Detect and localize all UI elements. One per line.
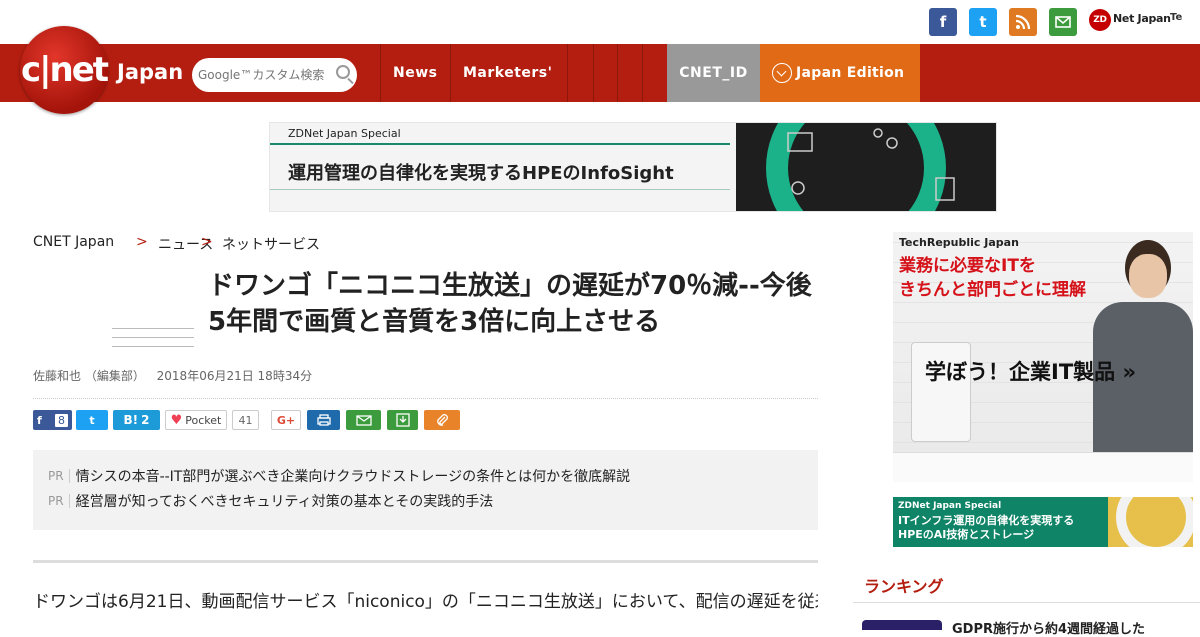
rss-icon[interactable] — [1009, 8, 1037, 36]
techrepublic-ad[interactable]: TechRepublic Japan 業務に必要なITを きちんと部門ごとに理解… — [893, 232, 1193, 482]
pr-text: 情シスの本音--IT部門が選ぶべき企業向けクラウドストレージの条件とは何かを徹底… — [75, 469, 631, 485]
google-plus-button[interactable]: G+ — [271, 410, 301, 430]
search-icon[interactable] — [336, 65, 350, 79]
pr-badge: PR — [48, 469, 70, 483]
facebook-share-count: 8 — [55, 413, 68, 427]
pocket-count: 41 — [232, 410, 259, 430]
print-button[interactable] — [307, 410, 340, 430]
envelope-glyph — [1055, 16, 1071, 28]
hatena-count: 2 — [141, 413, 150, 427]
pocket-label: Pocket — [185, 413, 222, 427]
divider — [33, 560, 818, 563]
search-input[interactable] — [198, 68, 328, 82]
banner-tag: ZDNet Japan Special — [288, 127, 401, 140]
pocket-icon: ♥ — [170, 412, 183, 428]
banner-rule — [270, 143, 730, 145]
nav-divider — [593, 44, 594, 102]
nav-divider — [567, 44, 568, 102]
mail-icon — [355, 414, 372, 426]
pr-link[interactable]: PR 情シスの本音--IT部門が選ぶべき企業向けクラウドストレージの条件とは何か… — [48, 466, 630, 486]
ranking-title: ランキング — [864, 577, 944, 596]
nav-divider — [642, 44, 643, 102]
banner-rule — [270, 189, 730, 190]
article-headline: ドワンゴ「ニコニコ生放送」の遅延が70％減--今後5年間で画質と音質を3倍に向上… — [208, 271, 812, 337]
hatena-bookmark-button[interactable]: B! 2 — [113, 410, 160, 430]
techrepublic-link[interactable]: Te — [1170, 12, 1182, 23]
ad-headline-line: ITインフラ運用の自律化を実現する — [898, 514, 1075, 527]
thumbnail-line — [112, 328, 194, 329]
nav-divider — [450, 44, 451, 102]
pr-box: PR 情シスの本音--IT部門が選ぶべき企業向けクラウドストレージの条件とは何か… — [33, 450, 818, 530]
ad-headline-line: HPEのAI技術とストレージ — [898, 528, 1035, 541]
mail-share-button[interactable] — [346, 410, 381, 430]
banner-ad[interactable]: ZDNet Japan Special 運用管理の自律化を実現するHPEのInf… — [269, 122, 997, 212]
breadcrumb-home[interactable]: CNET Japan — [33, 234, 114, 250]
desk-illustration — [893, 452, 1193, 482]
article-byline: 佐藤和也 （編集部） 2018年06月21日 18時34分 — [33, 367, 312, 384]
twitter-share-button[interactable]: t — [76, 410, 108, 430]
twitter-icon: t — [89, 413, 95, 427]
nav-divider — [617, 44, 618, 102]
banner-title: 運用管理の自律化を実現するHPEのInfoSight — [288, 163, 674, 184]
divider — [853, 602, 1200, 603]
flag-icon — [787, 128, 955, 201]
zdnet-special-ad[interactable]: ZDNet Japan Special ITインフラ運用の自律化を実現する HP… — [893, 497, 1193, 547]
cnet-id-button[interactable]: CNET_ID — [667, 44, 760, 102]
ad-tag: TechRepublic Japan — [899, 236, 1019, 249]
cnet-japan-label[interactable]: Japan — [117, 60, 183, 84]
nav-item-marketers[interactable]: Marketers' — [463, 44, 552, 102]
zdnet-label: Net Japan — [1113, 12, 1171, 25]
author-name: 佐藤和也 （編集部） — [33, 369, 145, 383]
ad-headline-line: きちんと部門ごとに理解 — [899, 280, 1086, 300]
rss-glyph — [1015, 14, 1031, 30]
thumbnail-line — [112, 346, 194, 347]
facebook-icon[interactable]: f — [929, 8, 957, 36]
download-icon — [395, 413, 410, 427]
nav-item-news[interactable]: News — [393, 44, 437, 102]
ad-tag: ZDNet Japan Special — [898, 501, 1002, 511]
article-thumbnail[interactable] — [112, 328, 194, 360]
facebook-share-button[interactable]: f 8 — [33, 410, 72, 430]
chevron-down-icon — [772, 63, 792, 83]
hatena-icon: B! — [123, 413, 139, 427]
clip-button[interactable] — [424, 410, 460, 430]
thumbnail-line — [112, 337, 194, 338]
ranking-item[interactable]: GDPR施行から約4週間経過した — [952, 618, 1145, 637]
print-icon — [316, 414, 331, 426]
ad-headline: ITインフラ運用の自律化を実現する HPEのAI技術とストレージ — [898, 514, 1074, 542]
publish-timestamp: 2018年06月21日 18時34分 — [156, 369, 313, 383]
divider — [33, 398, 818, 399]
ad-headline-line: 業務に必要なITを — [899, 256, 1036, 276]
save-button[interactable] — [387, 410, 418, 430]
zdnet-link[interactable]: ZD Net Japan — [1089, 9, 1171, 31]
breadcrumb-chevron-icon: > — [201, 234, 213, 250]
ad-cta: 学ぼう！企業IT製品 » — [925, 360, 1137, 384]
cnet-logo[interactable]: c|net — [20, 26, 109, 114]
pocket-button[interactable]: ♥ Pocket — [165, 410, 227, 430]
paperclip-icon — [437, 414, 448, 426]
zdnet-badge: ZD — [1089, 9, 1111, 31]
mail-icon[interactable] — [1049, 8, 1077, 36]
person-face — [1129, 254, 1167, 298]
article-body: ドワンゴは6月21日、動画配信サービス「niconico」の「ニコニコ生放送」に… — [33, 592, 818, 612]
ad-ring — [1116, 497, 1193, 547]
breadcrumb-chevron-icon: > — [136, 234, 148, 250]
search-box — [192, 58, 357, 92]
twitter-icon[interactable]: t — [969, 8, 997, 36]
ranking-thumbnail[interactable] — [862, 620, 942, 630]
breadcrumb-netservice[interactable]: ネットサービス — [222, 234, 320, 254]
pr-link[interactable]: PR 経営層が知っておくべきセキュリティ対策の基本とその実践的手法 — [48, 491, 493, 511]
edition-label: Japan Edition — [796, 65, 905, 81]
pr-text: 経営層が知っておくべきセキュリティ対策の基本とその実践的手法 — [75, 494, 494, 510]
ad-artwork — [1108, 497, 1193, 547]
banner-artwork — [736, 123, 996, 211]
facebook-icon: f — [37, 413, 42, 427]
ad-headline: 業務に必要なITを きちんと部門ごとに理解 — [899, 254, 1086, 302]
nav-divider — [380, 44, 381, 102]
pr-badge: PR — [48, 494, 70, 508]
edition-selector[interactable]: Japan Edition — [760, 44, 920, 102]
